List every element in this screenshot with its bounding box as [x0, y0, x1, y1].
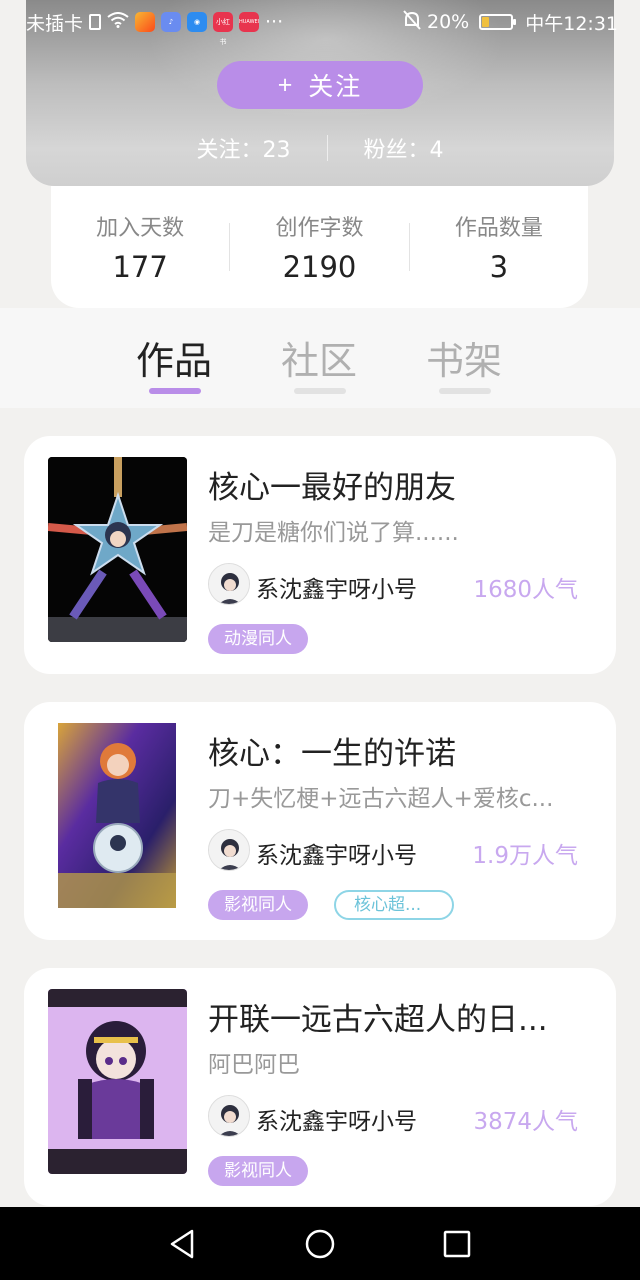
tab-indicator: [439, 388, 491, 394]
system-nav-bar: [0, 1207, 640, 1280]
popularity-count: 3874人气: [473, 1109, 578, 1135]
sim-icon: [89, 14, 102, 30]
clock: 中午12:31: [525, 12, 618, 35]
tab-bookshelf[interactable]: 书架: [419, 330, 509, 385]
back-icon[interactable]: [166, 1227, 200, 1261]
browser-icon: ◉: [187, 12, 208, 32]
cover-image[interactable]: [48, 989, 187, 1174]
xiaohongshu-icon: 小红书: [213, 12, 234, 46]
tab-indicator: [294, 388, 346, 394]
author-avatar[interactable]: [208, 1095, 250, 1137]
author-name[interactable]: 系沈鑫宇呀小号: [256, 570, 417, 604]
tab-indicator: [149, 388, 201, 394]
work-description: 刀+失忆梗+远古六超人+爱核c...: [208, 786, 554, 812]
category-tag[interactable]: 动漫同人: [208, 624, 308, 654]
work-card[interactable]: 开联一远古六超人的日... 阿巴阿巴 系沈鑫宇呀小号 3874人气 影视同人: [24, 968, 616, 1206]
work-card[interactable]: 核心一最好的朋友 是刀是糖你们说了算...... 系沈鑫宇呀小号 1680人气 …: [24, 436, 616, 674]
topic-tag[interactable]: 核心超...: [334, 890, 454, 920]
popularity-count: 1.9万人气: [472, 843, 578, 869]
stat-works-count: 作品数量 3: [410, 210, 588, 284]
fans-count[interactable]: 粉丝：4: [328, 132, 480, 164]
cover-image[interactable]: [48, 723, 187, 908]
battery-icon: [479, 14, 517, 30]
music-icon: ♪: [161, 12, 182, 32]
stat-join-days: 加入天数 177: [51, 210, 229, 284]
plus-icon: +: [277, 70, 295, 99]
recents-icon[interactable]: [440, 1227, 474, 1261]
work-title: 开联一远古六超人的日...: [208, 1002, 548, 1038]
work-card[interactable]: 核心：一生的许诺 刀+失忆梗+远古六超人+爱核c... 系沈鑫宇呀小号 1.9万…: [24, 702, 616, 940]
wifi-icon: [107, 11, 129, 33]
app-store-icon: [135, 12, 156, 32]
category-tag[interactable]: 影视同人: [208, 890, 308, 920]
work-description: 阿巴阿巴: [208, 1052, 300, 1078]
status-bar: 未插卡 ♪ ◉ 小红书 HUAWEI ··· 20% 中午12:31: [0, 0, 640, 46]
stat-label: 创作字数: [275, 216, 364, 241]
cover-image[interactable]: [48, 457, 187, 642]
follow-button-label: 关注: [308, 73, 363, 101]
popularity-count: 1680人气: [473, 577, 578, 603]
work-title: 核心：一生的许诺: [208, 736, 456, 772]
huawei-icon: HUAWEI: [239, 12, 259, 32]
stat-value: 2190: [282, 250, 357, 284]
stat-value: 177: [112, 250, 168, 284]
author-name[interactable]: 系沈鑫宇呀小号: [256, 1102, 417, 1136]
work-title: 核心一最好的朋友: [208, 470, 456, 506]
following-count[interactable]: 关注：23: [161, 132, 327, 164]
stat-value: 3: [489, 250, 509, 284]
follow-button[interactable]: + 关注: [217, 61, 423, 109]
battery-percent: 20%: [427, 11, 470, 33]
home-icon[interactable]: [303, 1227, 337, 1261]
tab-community[interactable]: 社区: [274, 330, 364, 385]
follow-stats: 关注：23 粉丝：4: [0, 132, 640, 164]
tab-bar: 作品 社区 书架: [0, 308, 640, 408]
stats-card: 加入天数 177 创作字数 2190 作品数量 3: [51, 186, 588, 308]
author-name[interactable]: 系沈鑫宇呀小号: [256, 836, 417, 870]
mute-bell-icon: [403, 9, 421, 35]
stat-label: 作品数量: [454, 216, 543, 241]
category-tag[interactable]: 影视同人: [208, 1156, 308, 1186]
work-description: 是刀是糖你们说了算......: [208, 520, 459, 546]
stat-label: 加入天数: [96, 216, 185, 241]
more-notifications-icon: ···: [265, 11, 284, 33]
carrier-label: 未插卡: [26, 12, 84, 35]
stat-word-count: 创作字数 2190: [230, 210, 408, 284]
author-avatar[interactable]: [208, 563, 250, 605]
tab-works[interactable]: 作品: [129, 330, 219, 385]
author-avatar[interactable]: [208, 829, 250, 871]
